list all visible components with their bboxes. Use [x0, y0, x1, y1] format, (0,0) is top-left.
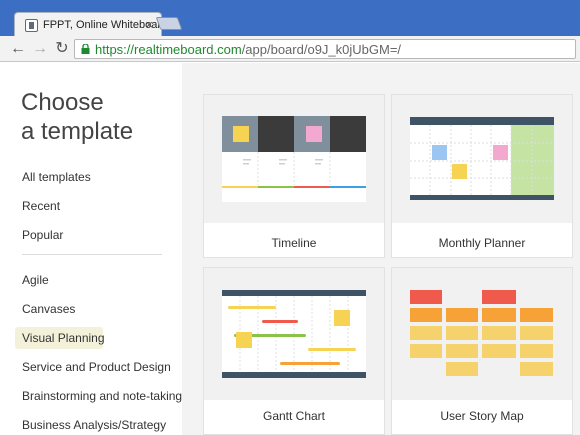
- sidebar-item-service-product-design[interactable]: Service and Product Design: [22, 360, 171, 374]
- browser-titlebar: FPPT, Online Whiteboard ×: [0, 0, 580, 38]
- user-story-map-preview-graphic: [410, 290, 553, 376]
- new-tab-button[interactable]: [155, 17, 183, 30]
- sidebar-item-agile[interactable]: Agile: [22, 273, 49, 287]
- sidebar-item-canvases[interactable]: Canvases: [22, 302, 75, 316]
- timeline-preview-graphic: [222, 116, 366, 202]
- template-label: Timeline: [271, 236, 317, 250]
- browser-tab[interactable]: FPPT, Online Whiteboard ×: [14, 12, 167, 38]
- page-icon: [25, 19, 38, 32]
- gantt-chart-preview-graphic: [222, 290, 366, 378]
- url-text: https://realtimeboard.com/app/board/o9J_…: [95, 42, 402, 57]
- user-story-map-preview: [392, 268, 572, 400]
- sidebar-item-business-analysis[interactable]: Business Analysis/Strategy: [22, 418, 166, 432]
- monthly-planner-preview-graphic: [410, 117, 554, 200]
- monthly-planner-preview: [392, 95, 572, 223]
- sidebar-item-popular[interactable]: Popular: [22, 228, 63, 242]
- lock-icon: [81, 44, 90, 54]
- address-bar[interactable]: https://realtimeboard.com/app/board/o9J_…: [74, 39, 576, 59]
- sidebar-item-recent[interactable]: Recent: [22, 199, 60, 213]
- sidebar-item-visual-planning[interactable]: Visual Planning: [22, 331, 105, 345]
- template-card-user-story-map[interactable]: User Story Map: [391, 267, 573, 435]
- sidebar-item-brainstorming[interactable]: Brainstorming and note-taking: [22, 389, 182, 403]
- template-label: User Story Map: [440, 409, 524, 423]
- gantt-chart-preview: [204, 268, 384, 400]
- template-card-timeline[interactable]: Timeline: [203, 94, 385, 258]
- sidebar-item-all-templates[interactable]: All templates: [22, 170, 91, 184]
- back-icon[interactable]: ←: [8, 39, 28, 59]
- template-card-gantt-chart[interactable]: Gantt Chart: [203, 267, 385, 435]
- template-picker: Choose a template All templates Recent P…: [0, 63, 580, 435]
- reload-icon[interactable]: ↻: [52, 39, 72, 59]
- sidebar-divider: [22, 254, 162, 255]
- template-sidebar: Choose a template All templates Recent P…: [0, 63, 182, 435]
- template-label: Gantt Chart: [262, 409, 326, 423]
- close-tab-icon[interactable]: ×: [145, 17, 153, 32]
- timeline-preview: [204, 95, 384, 223]
- template-label: Monthly Planner: [438, 236, 526, 250]
- browser-toolbar: ← → ↻ https://realtimeboard.com/app/boar…: [0, 36, 580, 62]
- forward-icon[interactable]: →: [30, 39, 50, 59]
- page-title: Choose a template: [21, 89, 134, 145]
- template-card-monthly-planner[interactable]: Monthly Planner: [391, 94, 573, 258]
